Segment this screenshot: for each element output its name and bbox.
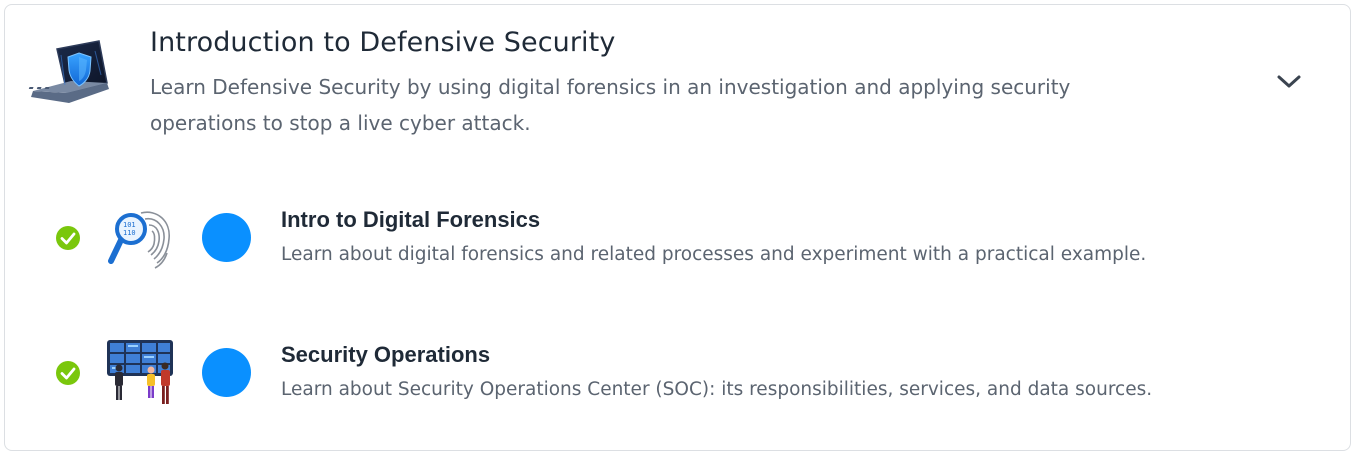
room-title[interactable]: Security Operations [281,342,490,368]
check-circle-icon [55,360,81,386]
check-circle-icon [55,225,81,251]
soc-team-screens-icon [105,338,175,406]
blue-dot-icon [202,348,251,397]
module-title: Introduction to Defensive Security [150,27,616,58]
room-title[interactable]: Intro to Digital Forensics [281,207,540,233]
fingerprint-magnifier-icon: 101 110 [105,203,175,271]
module-card: Introduction to Defensive Security Learn… [4,4,1351,451]
svg-text:110: 110 [123,229,136,237]
room-row[interactable]: Security Operations Learn about Security… [5,336,1352,426]
blue-dot-icon [202,213,251,262]
chevron-down-icon[interactable] [1274,67,1304,97]
module-description: Learn Defensive Security by using digita… [150,75,1071,135]
room-description: Learn about Security Operations Center (… [281,379,1153,400]
laptop-shield-icon [27,39,111,109]
svg-text:101: 101 [123,221,136,229]
room-row[interactable]: 101 110 Intro to Digital Forensics Learn… [5,201,1352,291]
room-description: Learn about digital forensics and relate… [281,244,1147,265]
